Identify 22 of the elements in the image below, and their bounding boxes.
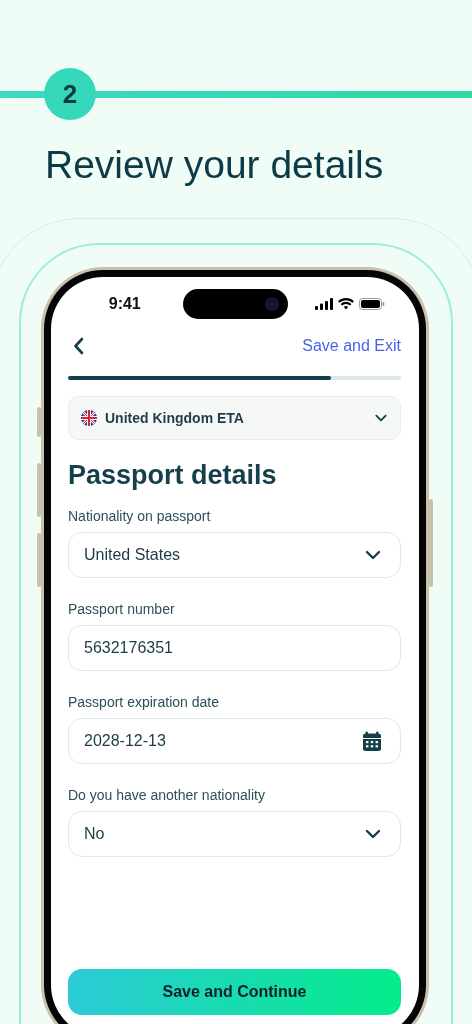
section-title: Passport details [68,459,278,492]
camera-icon [264,297,279,311]
flag-icon [81,410,97,426]
calendar-icon [362,731,382,751]
input-field[interactable]: 5632176351 [68,625,401,671]
headline: Review your details [45,142,385,188]
date-field[interactable]: 2028-12-13 [68,718,401,764]
field-label: Passport number [68,600,176,618]
battery-icon [359,298,386,310]
dropdown-field[interactable]: No [68,811,401,857]
back-icon [73,337,85,355]
step-badge: 2 [44,68,96,120]
visa-selector[interactable]: United Kingdom ETA [68,396,401,440]
save-and-exit-link[interactable]: Save and Exit [302,337,401,355]
save-and-continue-button[interactable]: Save and Continue [68,969,401,1015]
status-time: 9:41 [108,295,141,313]
dropdown-field[interactable]: United States [68,532,401,578]
signal-icon [315,298,334,310]
wifi-icon [338,298,355,310]
field-label: Do you have another nationality [68,786,266,804]
field-label: Passport expiration date [68,693,220,711]
field-label: Nationality on passport [68,507,212,525]
